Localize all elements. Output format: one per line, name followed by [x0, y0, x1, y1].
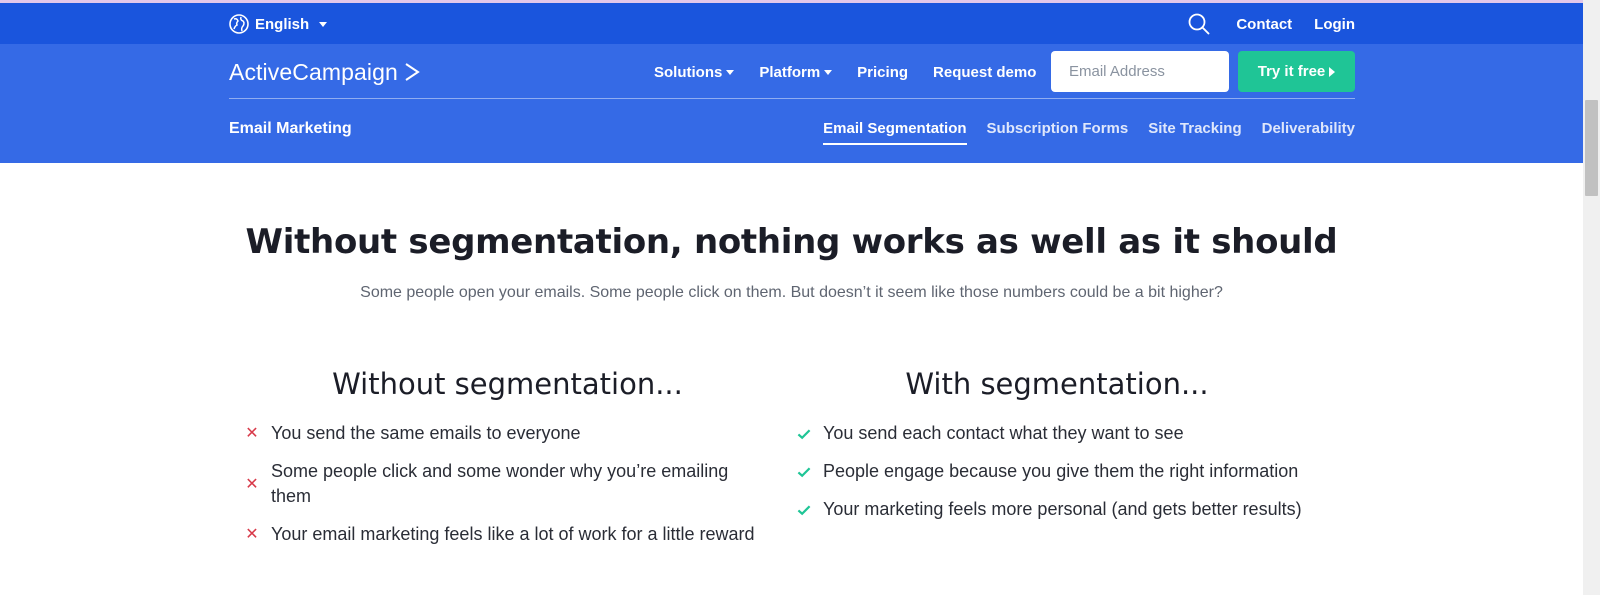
- nav-item-pricing[interactable]: Pricing: [857, 64, 908, 81]
- tab-deliverability[interactable]: Deliverability: [1262, 120, 1355, 145]
- list-item-text: People engage because you give them the …: [823, 461, 1299, 481]
- tab-subscription-forms[interactable]: Subscription Forms: [987, 120, 1129, 145]
- try-it-free-button[interactable]: Try it free: [1238, 51, 1355, 92]
- globe-icon: [229, 14, 249, 34]
- nav-item-label: Platform: [759, 63, 821, 81]
- nav-item-solutions[interactable]: Solutions: [654, 63, 735, 81]
- list-item: ✕ Your email marketing feels like a lot …: [245, 522, 770, 547]
- list-item: ✕ Some people click and some wonder why …: [245, 459, 770, 509]
- chevron-down-icon: [726, 69, 735, 75]
- nav-item-label: Pricing: [857, 63, 909, 81]
- try-it-free-label: Try it free: [1257, 63, 1326, 80]
- chevron-right-icon: [405, 63, 420, 81]
- check-icon: [797, 427, 811, 441]
- list-item-text: Some people click and some wonder why yo…: [271, 461, 729, 506]
- logo-text: ActiveCampaign: [229, 58, 398, 85]
- language-label: English: [255, 15, 310, 33]
- search-icon[interactable]: [1188, 13, 1210, 35]
- with-segmentation-column: With segmentation... You send each conta…: [797, 367, 1357, 535]
- list-item-text: You send the same emails to everyone: [271, 423, 581, 443]
- play-arrow-icon: [1329, 66, 1336, 77]
- nav-item-platform[interactable]: Platform: [759, 63, 833, 81]
- list-item: ✕ You send the same emails to everyone: [245, 421, 770, 446]
- without-segmentation-column: Without segmentation... ✕ You send the s…: [245, 367, 770, 560]
- tab-site-tracking[interactable]: Site Tracking: [1148, 120, 1241, 145]
- list-item-text: You send each contact what they want to …: [823, 423, 1184, 443]
- primary-nav-links: Solutions Platform Pricing Request demo: [654, 60, 1036, 84]
- without-segmentation-list: ✕ You send the same emails to everyone ✕…: [245, 421, 770, 547]
- chevron-down-icon: [319, 21, 328, 27]
- page: English Contact Login ActiveCampaign Sol…: [0, 0, 1600, 595]
- list-item: You send each contact what they want to …: [797, 421, 1357, 446]
- chevron-down-icon: [824, 69, 833, 75]
- language-selector[interactable]: English: [229, 13, 328, 35]
- section-title[interactable]: Email Marketing: [229, 120, 352, 138]
- page-headline: Without segmentation, nothing works as w…: [245, 222, 1338, 262]
- nav-divider: [229, 98, 1355, 99]
- sub-navigation: Email Segmentation Subscription Forms Si…: [823, 120, 1355, 145]
- with-segmentation-title: With segmentation...: [905, 367, 1209, 401]
- page-scrollbar[interactable]: [1583, 0, 1600, 595]
- list-item: Your marketing feels more personal (and …: [797, 497, 1357, 522]
- nav-item-label: Request demo: [933, 63, 1037, 81]
- check-icon: [797, 465, 811, 479]
- login-link[interactable]: Login: [1314, 16, 1355, 33]
- x-icon: ✕: [245, 475, 259, 493]
- check-icon: [797, 503, 811, 517]
- scrollbar-thumb[interactable]: [1585, 100, 1598, 196]
- nav-item-request-demo[interactable]: Request demo: [933, 64, 1036, 81]
- without-segmentation-title: Without segmentation...: [332, 367, 683, 401]
- logo[interactable]: ActiveCampaign: [229, 56, 420, 88]
- tab-email-segmentation[interactable]: Email Segmentation: [823, 120, 967, 145]
- contact-link[interactable]: Contact: [1236, 16, 1292, 33]
- email-address-input[interactable]: [1051, 51, 1229, 92]
- with-segmentation-list: You send each contact what they want to …: [797, 421, 1357, 522]
- list-item-text: Your email marketing feels like a lot of…: [271, 524, 755, 544]
- list-item-text: Your marketing feels more personal (and …: [823, 499, 1302, 519]
- list-item: People engage because you give them the …: [797, 459, 1357, 484]
- page-subheadline: Some people open your emails. Some peopl…: [360, 284, 1223, 301]
- x-icon: ✕: [245, 526, 259, 543]
- nav-item-label: Solutions: [654, 63, 723, 81]
- utility-links: Contact Login: [1188, 12, 1355, 36]
- x-icon: ✕: [245, 425, 259, 442]
